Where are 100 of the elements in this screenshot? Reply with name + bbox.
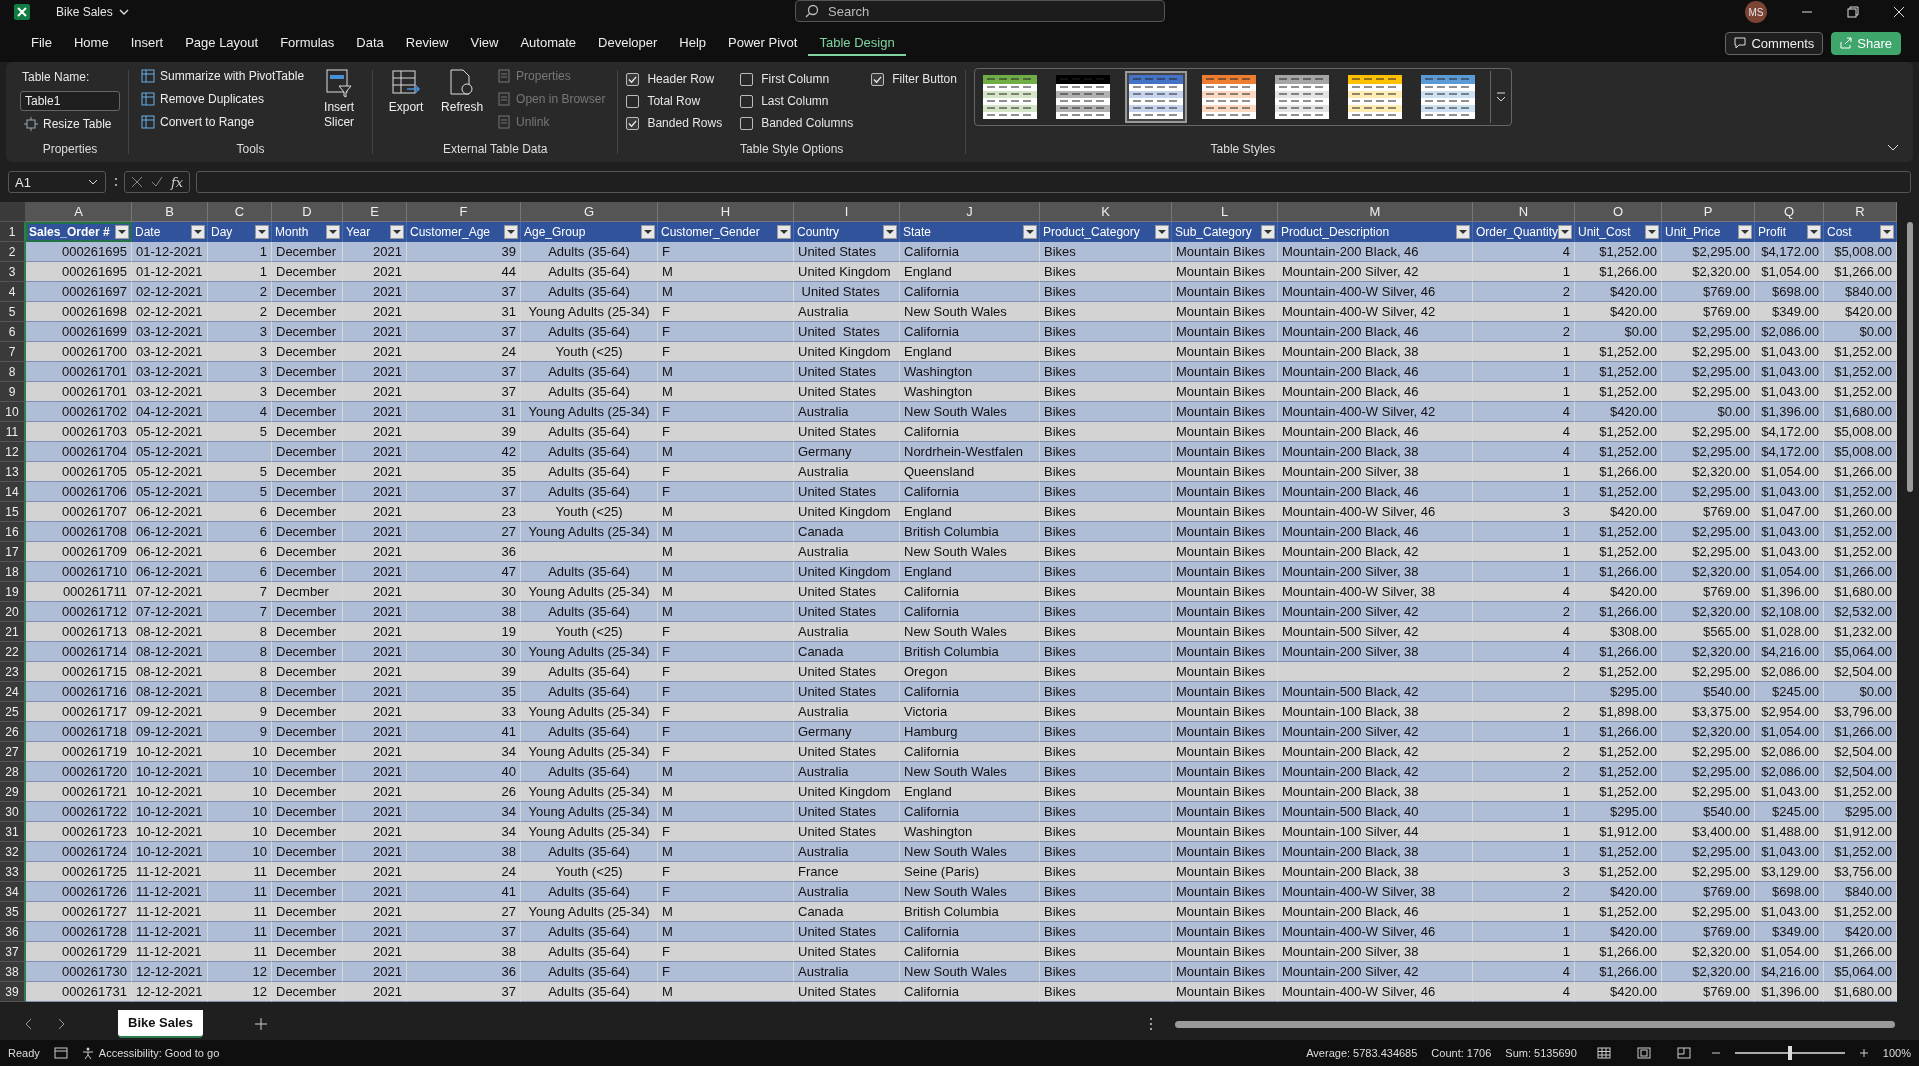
row-number[interactable]: 23 bbox=[0, 662, 26, 682]
zoom-slider-thumb[interactable] bbox=[1787, 1046, 1792, 1060]
row-number[interactable]: 15 bbox=[0, 502, 26, 522]
row-number[interactable]: 29 bbox=[0, 782, 26, 802]
row-number[interactable]: 22 bbox=[0, 642, 26, 662]
caret-icon[interactable] bbox=[118, 8, 129, 16]
row-number[interactable]: 36 bbox=[0, 922, 26, 942]
export-button[interactable]: Export bbox=[381, 66, 432, 142]
checkbox[interactable] bbox=[871, 72, 885, 86]
row-number[interactable]: 6 bbox=[0, 322, 26, 342]
zoom-level[interactable]: 100% bbox=[1882, 1047, 1911, 1059]
collapse-ribbon-icon[interactable] bbox=[1887, 144, 1899, 152]
column-letter[interactable]: R bbox=[1824, 202, 1897, 222]
filter-dropdown-icon[interactable] bbox=[883, 225, 897, 239]
filter-dropdown-icon[interactable] bbox=[1261, 225, 1275, 239]
row-number[interactable]: 2 bbox=[0, 242, 26, 262]
row-number[interactable]: 19 bbox=[0, 582, 26, 602]
row-number[interactable]: 28 bbox=[0, 762, 26, 782]
ribbon-tab[interactable]: Power Pivot bbox=[717, 30, 809, 56]
filter-dropdown-icon[interactable] bbox=[504, 225, 518, 239]
row-number[interactable]: 18 bbox=[0, 562, 26, 582]
filter-dropdown-icon[interactable] bbox=[326, 225, 340, 239]
row-number[interactable]: 7 bbox=[0, 342, 26, 362]
filter-dropdown-icon[interactable] bbox=[191, 225, 205, 239]
column-letter[interactable]: F bbox=[407, 202, 521, 222]
row-number[interactable]: 21 bbox=[0, 622, 26, 642]
filter-dropdown-icon[interactable] bbox=[1645, 225, 1659, 239]
checkbox-label[interactable]: Banded Columns bbox=[761, 116, 854, 130]
row-number[interactable]: 34 bbox=[0, 882, 26, 902]
row-number[interactable]: 30 bbox=[0, 802, 26, 822]
tool-button[interactable]: Convert to Range bbox=[137, 112, 309, 132]
insert-function-button[interactable]: fx bbox=[171, 174, 184, 190]
previous-sheet-icon[interactable] bbox=[24, 1018, 34, 1030]
workbook-title[interactable]: Bike Sales bbox=[56, 5, 113, 19]
checkbox[interactable] bbox=[626, 72, 640, 86]
checkbox-label[interactable]: Filter Button bbox=[892, 72, 957, 86]
row-number[interactable]: 14 bbox=[0, 482, 26, 502]
row-number[interactable]: 26 bbox=[0, 722, 26, 742]
filter-dropdown-icon[interactable] bbox=[641, 225, 655, 239]
column-letter[interactable]: O bbox=[1575, 202, 1662, 222]
checkbox[interactable] bbox=[740, 94, 754, 108]
comments-button[interactable]: Comments bbox=[1725, 31, 1824, 55]
column-letter[interactable]: K bbox=[1040, 202, 1172, 222]
column-letter[interactable]: H bbox=[658, 202, 794, 222]
column-letter[interactable]: Q bbox=[1755, 202, 1824, 222]
row-number[interactable]: 31 bbox=[0, 822, 26, 842]
accessibility-icon[interactable] bbox=[81, 1046, 95, 1060]
ribbon-tab[interactable]: Automate bbox=[509, 30, 588, 56]
checkbox-label[interactable]: Banded Rows bbox=[647, 116, 723, 130]
enter-icon[interactable] bbox=[151, 176, 163, 188]
checkbox-label[interactable]: First Column bbox=[761, 72, 830, 86]
checkbox-label[interactable]: Total Row bbox=[647, 94, 701, 108]
row-number[interactable]: 32 bbox=[0, 842, 26, 862]
close-icon[interactable] bbox=[1893, 6, 1905, 18]
row-number[interactable]: 35 bbox=[0, 902, 26, 922]
checkbox[interactable] bbox=[626, 94, 640, 108]
filter-dropdown-icon[interactable] bbox=[1023, 225, 1037, 239]
filter-dropdown-icon[interactable] bbox=[115, 225, 129, 239]
row-number[interactable]: 8 bbox=[0, 362, 26, 382]
column-letter[interactable]: I bbox=[794, 202, 900, 222]
row-number[interactable]: 4 bbox=[0, 282, 26, 302]
ribbon-tab[interactable]: Insert bbox=[119, 30, 175, 56]
restore-icon[interactable] bbox=[1847, 6, 1859, 18]
checkbox-label[interactable]: Last Column bbox=[761, 94, 829, 108]
resize-table-button[interactable]: Resize Table bbox=[20, 114, 120, 134]
row-number[interactable]: 27 bbox=[0, 742, 26, 762]
checkbox[interactable] bbox=[626, 116, 640, 130]
ribbon-tab[interactable]: Review bbox=[394, 30, 460, 56]
row-number[interactable]: 16 bbox=[0, 522, 26, 542]
sheet-tab[interactable]: Bike Sales bbox=[118, 1010, 204, 1038]
row-number[interactable]: 12 bbox=[0, 442, 26, 462]
column-letter[interactable]: P bbox=[1662, 202, 1755, 222]
table-name-field[interactable]: Table1 bbox=[20, 91, 120, 111]
row-number[interactable]: 1 bbox=[0, 222, 26, 242]
row-number[interactable]: 20 bbox=[0, 602, 26, 622]
row-number[interactable]: 25 bbox=[0, 702, 26, 722]
caret-icon[interactable] bbox=[88, 178, 98, 186]
ribbon-tab[interactable]: Page Layout bbox=[174, 30, 270, 56]
ribbon-tab[interactable]: Home bbox=[62, 30, 120, 56]
column-letter[interactable]: B bbox=[132, 202, 208, 222]
column-letter[interactable]: D bbox=[272, 202, 343, 222]
row-number[interactable]: 38 bbox=[0, 962, 26, 982]
zoom-in-icon[interactable] bbox=[1858, 1048, 1869, 1058]
tool-button[interactable]: Summarize with PivotTable bbox=[137, 66, 309, 86]
column-letter[interactable]: M bbox=[1278, 202, 1473, 222]
filter-dropdown-icon[interactable] bbox=[1880, 225, 1894, 239]
filter-dropdown-icon[interactable] bbox=[1558, 225, 1573, 239]
row-number[interactable]: 17 bbox=[0, 542, 26, 562]
row-number[interactable]: 5 bbox=[0, 302, 26, 322]
column-letter[interactable]: E bbox=[343, 202, 407, 222]
ribbon-tab[interactable]: Help bbox=[668, 30, 718, 56]
ribbon-tab[interactable]: Developer bbox=[587, 30, 669, 56]
filter-dropdown-icon[interactable] bbox=[1807, 225, 1821, 239]
row-number[interactable]: 10 bbox=[0, 402, 26, 422]
next-sheet-icon[interactable] bbox=[56, 1018, 66, 1030]
ribbon-tab[interactable]: Formulas bbox=[269, 30, 346, 56]
filter-dropdown-icon[interactable] bbox=[1738, 225, 1752, 239]
row-number[interactable]: 3 bbox=[0, 262, 26, 282]
accessibility-status[interactable]: Accessibility: Good to go bbox=[98, 1047, 220, 1059]
ribbon-tab[interactable]: View bbox=[459, 30, 510, 56]
